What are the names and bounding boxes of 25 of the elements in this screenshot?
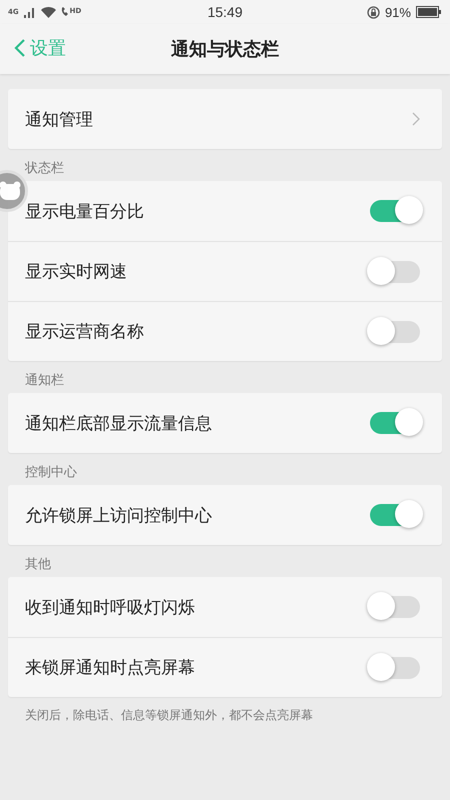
chevron-right-icon[interactable] — [412, 112, 420, 126]
signal-icon — [24, 6, 36, 18]
setting-label: 显示电量百分比 — [25, 200, 144, 222]
setting-label: 显示实时网速 — [25, 261, 127, 283]
clock: 15:49 — [207, 4, 243, 20]
phone-icon — [60, 7, 70, 17]
setting-label: 来锁屏通知时点亮屏幕 — [25, 657, 195, 679]
page-title: 通知与状态栏 — [171, 38, 279, 61]
battery-icon — [416, 6, 442, 18]
setting-label: 通知管理 — [25, 108, 93, 130]
back-chevron-icon — [14, 38, 26, 58]
setting-label: 允许锁屏上访问控制中心 — [25, 504, 212, 526]
section-header: 其他 — [24, 556, 52, 574]
battery-percent: 91% — [384, 4, 411, 20]
section-header: 控制中心 — [24, 464, 78, 482]
wifi-icon — [40, 6, 56, 18]
setting-label: 通知栏底部显示流量信息 — [25, 412, 212, 434]
section-header: 状态栏 — [24, 160, 65, 178]
rotation-lock-icon — [366, 6, 380, 18]
setting-label: 显示运营商名称 — [25, 321, 144, 343]
back-button[interactable]: 设置 — [14, 36, 66, 60]
footnote: 关闭后，除电话、信息等锁屏通知外，都不会点亮屏幕 — [24, 707, 314, 724]
section-header: 通知栏 — [24, 372, 65, 390]
bear-head-icon — [0, 181, 21, 201]
setting-label: 收到通知时呼吸灯闪烁 — [25, 596, 195, 618]
